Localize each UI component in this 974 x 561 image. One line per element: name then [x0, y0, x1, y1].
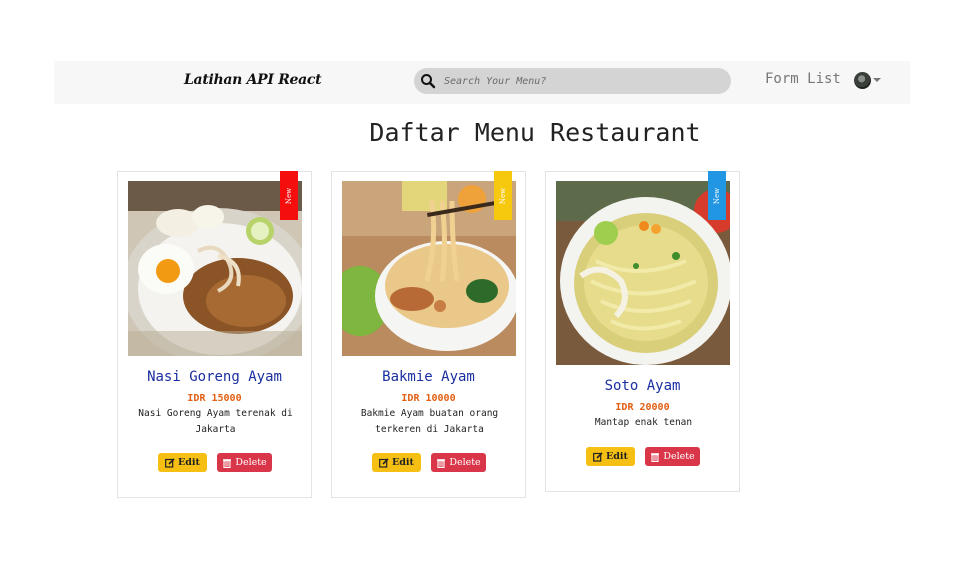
search-bar	[414, 68, 731, 94]
delete-label: Delete	[663, 451, 695, 462]
menu-name: Nasi Goreng Ayam	[147, 369, 282, 385]
page-title: Daftar Menu Restaurant	[369, 118, 701, 147]
menu-name: Soto Ayam	[604, 378, 681, 394]
menu-price: IDR 10000	[401, 393, 456, 404]
trash-icon	[651, 452, 660, 462]
brand-logo[interactable]: Latihan API React	[184, 72, 322, 88]
delete-label: Delete	[449, 457, 481, 468]
menu-description: Bakmie Ayam buatan orang terkeren di Jak…	[360, 408, 499, 435]
new-badge: New	[708, 171, 726, 220]
edit-button[interactable]: Edit	[586, 447, 635, 466]
menu-card: New Soto Ayam IDR 20000 Mantap enak tena…	[545, 171, 740, 492]
trash-icon	[223, 458, 232, 468]
menu-description: Nasi Goreng Ayam terenak di Jakarta	[138, 408, 293, 435]
menu-card: New Nasi Goreng Ayam IDR 15000 Nasi Gore…	[117, 171, 312, 498]
edit-button[interactable]: Edit	[158, 453, 207, 472]
edit-label: Edit	[606, 451, 628, 462]
food-image-bakmie	[342, 181, 516, 356]
badge-label: New	[713, 187, 721, 204]
trash-icon	[437, 458, 446, 468]
delete-label: Delete	[235, 457, 267, 468]
food-image-nasi-goreng	[128, 181, 302, 356]
new-badge: New	[280, 171, 298, 220]
search-icon[interactable]	[420, 73, 436, 89]
edit-icon	[593, 451, 603, 462]
badge-label: New	[499, 187, 507, 204]
navbar: Latihan API React Form List	[54, 61, 910, 104]
delete-button[interactable]: Delete	[645, 447, 700, 466]
edit-button[interactable]: Edit	[372, 453, 421, 472]
delete-button[interactable]: Delete	[431, 453, 486, 472]
new-badge: New	[494, 171, 512, 220]
menu-card: New Bakmie Ayam IDR 10000 Bakmie Ayam bu…	[331, 171, 526, 498]
badge-label: New	[285, 187, 293, 204]
edit-icon	[165, 457, 175, 468]
search-input[interactable]	[444, 71, 714, 91]
food-image-soto	[556, 181, 730, 365]
chevron-down-icon[interactable]	[873, 78, 881, 82]
menu-price: IDR 15000	[187, 393, 242, 404]
nav-form-list[interactable]: Form List	[765, 71, 841, 87]
menu-description: Mantap enak tenan	[594, 417, 693, 428]
menu-price: IDR 20000	[615, 402, 670, 413]
avatar[interactable]	[854, 72, 871, 89]
edit-label: Edit	[392, 457, 414, 468]
edit-icon	[379, 457, 389, 468]
menu-name: Bakmie Ayam	[382, 369, 475, 385]
delete-button[interactable]: Delete	[217, 453, 272, 472]
edit-label: Edit	[178, 457, 200, 468]
